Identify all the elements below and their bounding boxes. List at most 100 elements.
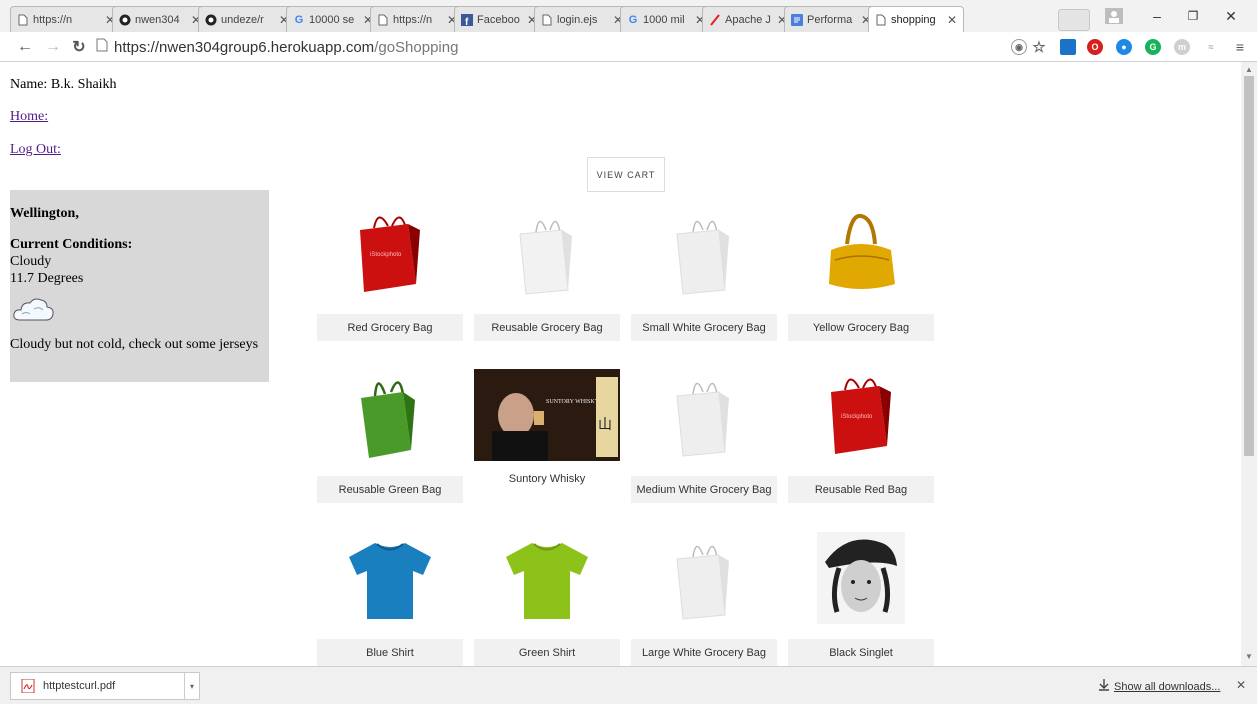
tab-title: Apache J xyxy=(725,13,771,26)
product-image-white-bag[interactable] xyxy=(631,207,777,299)
tab-title: 1000 mil xyxy=(643,13,685,26)
weather-city: Wellington, xyxy=(10,206,79,221)
page-icon xyxy=(377,14,389,26)
tab-title: undeze/r xyxy=(221,13,264,26)
page-icon xyxy=(96,38,108,56)
reload-icon[interactable]: ↻ xyxy=(68,36,90,58)
tab-title: https://n xyxy=(33,13,73,26)
extension-wave-icon[interactable]: ≈ xyxy=(1203,39,1219,55)
browser-tab[interactable]: Performa ✕ xyxy=(784,6,878,32)
product-image-bw-portrait[interactable] xyxy=(788,532,934,624)
svg-text:iStockphoto: iStockphoto xyxy=(841,414,873,420)
address-bar[interactable]: https://nwen304group6.herokuapp.com/goSh… xyxy=(96,36,1096,58)
product-image-whisky-photo[interactable]: SUNTORY WHISKY 山 xyxy=(474,369,620,461)
profile-icon[interactable] xyxy=(1100,4,1128,28)
product-image-yellow-handbag[interactable] xyxy=(788,207,934,299)
product-name[interactable]: Yellow Grocery Bag xyxy=(788,314,934,341)
home-link[interactable]: Home: xyxy=(10,109,48,125)
show-all-downloads-link[interactable]: Show all downloads... xyxy=(1098,679,1220,694)
logout-link[interactable]: Log Out: xyxy=(10,142,61,158)
download-file-name: httptestcurl.pdf xyxy=(43,680,116,692)
restore-icon[interactable]: ❐ xyxy=(1178,4,1208,28)
browser-tab[interactable]: G 10000 se ✕ xyxy=(286,6,380,32)
bookmark-star-icon[interactable]: ☆ xyxy=(1031,39,1047,56)
browser-tab[interactable]: Apache J ✕ xyxy=(702,6,794,32)
product-name[interactable]: Reusable Green Bag xyxy=(317,476,463,503)
extension-calendar-icon[interactable] xyxy=(1060,39,1076,55)
location-target-icon[interactable]: ◉ xyxy=(1011,39,1027,55)
facebook-icon: f xyxy=(461,13,473,26)
browser-tab[interactable]: https://n ✕ xyxy=(10,6,122,32)
github-icon xyxy=(205,14,217,26)
m-extension-icon[interactable]: m xyxy=(1174,39,1190,55)
product-name[interactable]: Small White Grocery Bag xyxy=(631,314,777,341)
url-path: /goShopping xyxy=(374,38,459,56)
opera-icon[interactable]: O xyxy=(1087,39,1103,55)
github-icon xyxy=(119,14,131,26)
download-shelf: httptestcurl.pdf ▾ Show all downloads...… xyxy=(0,666,1257,704)
url-host: https://nwen304group6.herokuapp.com xyxy=(114,38,375,56)
browser-tab[interactable]: G 1000 mil ✕ xyxy=(620,6,712,32)
chat-extension-icon[interactable]: ● xyxy=(1116,39,1132,55)
weather-condition: Cloudy xyxy=(10,254,52,269)
product-name[interactable]: Red Grocery Bag xyxy=(317,314,463,341)
browser-tab[interactable]: https://n ✕ xyxy=(370,6,464,32)
download-icon xyxy=(1098,679,1110,694)
scroll-down-icon[interactable]: ▼ xyxy=(1245,652,1253,661)
product-image-white-bag[interactable] xyxy=(631,532,777,624)
new-tab-button[interactable] xyxy=(1058,9,1090,31)
svg-text:iStockphoto: iStockphoto xyxy=(370,252,402,258)
product-image-white-bag[interactable] xyxy=(474,207,620,299)
apache-feather-icon xyxy=(709,13,721,26)
tab-title: 10000 se xyxy=(309,13,355,26)
tab-title: login.ejs xyxy=(557,13,598,26)
tab-title: shopping xyxy=(891,13,936,26)
browser-tab[interactable]: nwen304 ✕ xyxy=(112,6,208,32)
browser-tab[interactable]: f Faceboo ✕ xyxy=(454,6,544,32)
browser-tab[interactable]: shopping ✕ xyxy=(868,6,964,32)
vertical-scrollbar[interactable]: ▲ ▼ xyxy=(1241,62,1257,666)
scroll-up-icon[interactable]: ▲ xyxy=(1245,65,1253,74)
google-icon: G xyxy=(628,13,638,26)
product-image-blue-shirt[interactable] xyxy=(317,532,463,624)
svg-text:山: 山 xyxy=(598,417,612,433)
product-name[interactable]: Black Singlet xyxy=(788,639,934,666)
product-name[interactable]: Suntory Whisky xyxy=(474,465,620,492)
product-image-red-bag[interactable]: iStockphoto xyxy=(788,369,934,461)
tab-title: Faceboo xyxy=(477,13,520,26)
pdf-file-icon xyxy=(21,679,35,693)
browser-tab[interactable]: undeze/r ✕ xyxy=(198,6,296,32)
product-name[interactable]: Blue Shirt xyxy=(317,639,463,666)
product-name[interactable]: Medium White Grocery Bag xyxy=(631,476,777,503)
tab-strip: https://n ✕ nwen304 ✕ undeze/r ✕ G 10000 se ✕ htt… xyxy=(0,0,1257,34)
grammarly-icon[interactable]: G xyxy=(1145,39,1161,55)
view-cart-button[interactable]: VIEW CART xyxy=(587,157,665,192)
product-name[interactable]: Reusable Red Bag xyxy=(788,476,934,503)
product-image-green-bag[interactable] xyxy=(317,369,463,461)
close-tab-icon[interactable]: ✕ xyxy=(947,13,957,27)
product-image-white-bag[interactable] xyxy=(631,369,777,461)
menu-icon[interactable]: ≡ xyxy=(1232,39,1248,55)
chevron-down-icon[interactable]: ▾ xyxy=(184,673,199,699)
scrollbar-thumb[interactable] xyxy=(1244,76,1254,456)
close-shelf-icon[interactable]: ✕ xyxy=(1236,678,1246,692)
download-item[interactable]: httptestcurl.pdf ▾ xyxy=(10,672,200,700)
product-name[interactable]: Large White Grocery Bag xyxy=(631,639,777,666)
product-name[interactable]: Green Shirt xyxy=(474,639,620,666)
minimize-icon[interactable]: – xyxy=(1142,4,1172,28)
product-image-red-bag[interactable]: iStockphoto xyxy=(317,207,463,299)
weather-temperature: 11.7 Degrees xyxy=(10,271,84,286)
browser-toolbar: ← → ↻ https://nwen304group6.herokuapp.co… xyxy=(0,32,1257,62)
cloud-icon xyxy=(12,294,56,329)
back-arrow-icon[interactable]: ← xyxy=(14,36,36,58)
product-name[interactable]: Reusable Grocery Bag xyxy=(474,314,620,341)
product-image-green-shirt[interactable] xyxy=(474,532,620,624)
page-icon xyxy=(541,14,553,26)
weather-heading: Current Conditions: xyxy=(10,237,133,252)
browser-tab[interactable]: login.ejs ✕ xyxy=(534,6,630,32)
tab-title: Performa xyxy=(807,13,853,26)
show-all-downloads-label: Show all downloads... xyxy=(1114,680,1221,693)
forward-arrow-icon[interactable]: → xyxy=(42,36,64,58)
close-window-icon[interactable]: ✕ xyxy=(1216,4,1246,28)
docs-icon xyxy=(791,13,803,26)
